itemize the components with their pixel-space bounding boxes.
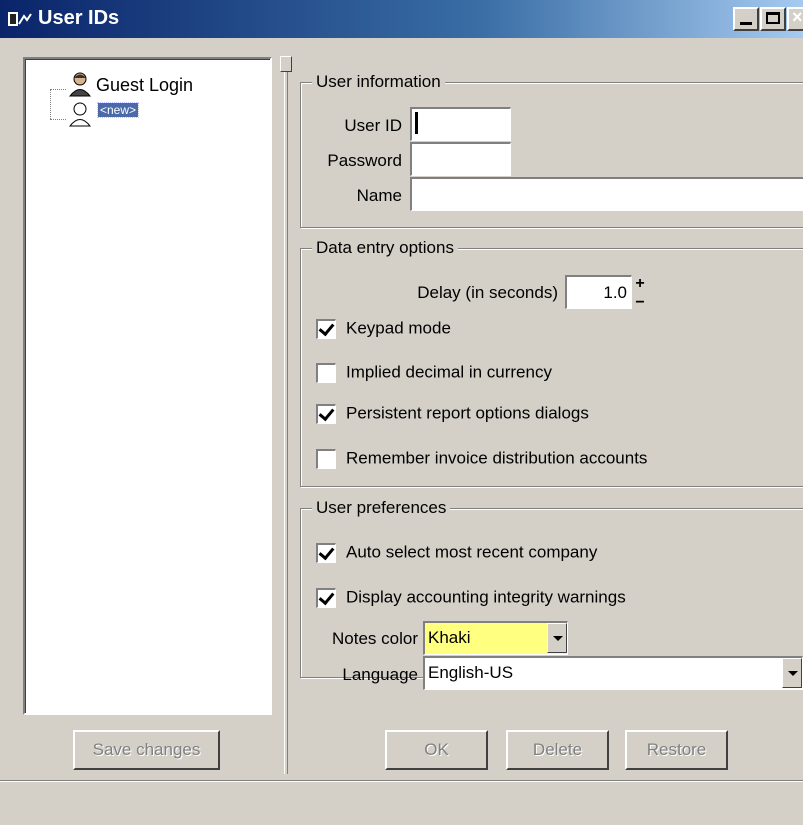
user-id-label: User ID xyxy=(344,116,402,135)
close-button[interactable]: × xyxy=(787,7,803,31)
spin-up-icon[interactable]: + xyxy=(632,276,648,294)
text-caret xyxy=(415,112,418,134)
checkbox-box[interactable] xyxy=(316,403,336,424)
tree-connector xyxy=(50,89,66,90)
checkbox-box[interactable] xyxy=(316,448,336,469)
checkbox-box[interactable] xyxy=(316,542,336,563)
minimize-button[interactable] xyxy=(733,7,759,31)
name-input[interactable] xyxy=(410,177,803,211)
checkbox-box[interactable] xyxy=(316,318,336,339)
chevron-down-icon[interactable] xyxy=(547,623,567,653)
language-select[interactable]: English-US xyxy=(423,656,803,690)
language-value: English-US xyxy=(428,663,514,682)
pane-splitter[interactable] xyxy=(280,56,292,774)
delay-input[interactable] xyxy=(565,275,632,309)
language-label: Language xyxy=(342,665,418,684)
delete-button[interactable]: Delete xyxy=(506,730,609,770)
password-label: Password xyxy=(327,151,402,170)
remember-invoice-distribution-checkbox[interactable]: Remember invoice distribution accounts xyxy=(316,448,647,470)
ok-button[interactable]: OK xyxy=(385,730,488,770)
status-bar xyxy=(0,780,803,825)
notes-color-label: Notes color xyxy=(332,629,418,648)
tree-connector xyxy=(50,119,66,120)
delay-spinner[interactable]: + − xyxy=(632,275,648,315)
notes-color-select[interactable]: Khaki xyxy=(423,621,568,655)
close-icon: × xyxy=(792,7,803,27)
save-changes-button[interactable]: Save changes xyxy=(73,730,220,770)
data-entry-options-legend: Data entry options xyxy=(312,238,458,258)
user-information-legend: User information xyxy=(312,72,445,92)
new-user-icon xyxy=(68,102,92,127)
checkbox-box[interactable] xyxy=(316,362,336,383)
spin-down-icon[interactable]: − xyxy=(632,295,648,313)
checkbox-box[interactable] xyxy=(316,587,336,608)
password-input[interactable] xyxy=(410,142,511,176)
persistent-report-options-checkbox[interactable]: Persistent report options dialogs xyxy=(316,403,589,425)
name-label: Name xyxy=(356,186,402,205)
chevron-down-icon[interactable] xyxy=(782,658,802,688)
maximize-icon xyxy=(766,12,780,24)
tree-item-guest-login[interactable]: Guest Login xyxy=(96,75,193,96)
restore-button[interactable]: Restore xyxy=(625,730,728,770)
maximize-button[interactable] xyxy=(760,7,786,31)
user-id-input[interactable] xyxy=(410,107,511,141)
splitter-track xyxy=(284,70,288,774)
user-icon xyxy=(68,72,92,97)
auto-select-company-checkbox[interactable]: Auto select most recent company xyxy=(316,542,597,564)
notes-color-value: Khaki xyxy=(428,628,471,647)
implied-decimal-checkbox[interactable]: Implied decimal in currency xyxy=(316,362,552,384)
app-icon xyxy=(8,12,32,26)
delay-label: Delay (in seconds) xyxy=(417,283,558,302)
tree-connector xyxy=(50,89,51,119)
keypad-mode-checkbox[interactable]: Keypad mode xyxy=(316,318,451,340)
title-bar[interactable]: User IDs × xyxy=(0,0,803,38)
user-tree[interactable]: Guest Login <new> xyxy=(23,57,272,715)
tree-item-new[interactable]: <new> xyxy=(96,102,140,118)
user-preferences-legend: User preferences xyxy=(312,498,451,518)
window-title: User IDs xyxy=(38,7,120,29)
splitter-handle[interactable] xyxy=(280,56,292,72)
minimize-icon xyxy=(740,22,752,25)
accounting-integrity-warnings-checkbox[interactable]: Display accounting integrity warnings xyxy=(316,587,626,609)
